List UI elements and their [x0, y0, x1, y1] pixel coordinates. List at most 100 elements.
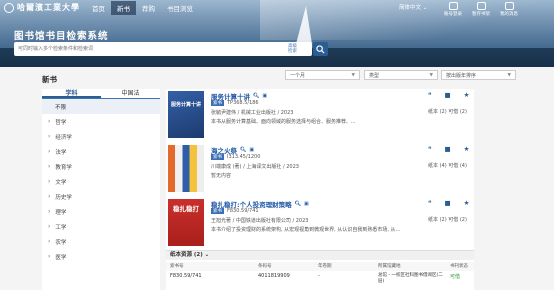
- call-number: TP368.5/186: [227, 100, 259, 106]
- sort-select[interactable]: 按出版年排序 ▼: [441, 70, 516, 80]
- holdings-panel: 纸本资源 (2) ⌄ 索书号 条码号 年卷期 所属馆藏地 书刊状态 F830.5…: [166, 250, 474, 290]
- call-number: F830.59/741: [227, 208, 259, 214]
- right-margin: [474, 89, 554, 290]
- filter-item-all[interactable]: 不限: [42, 99, 160, 114]
- chevron-right-icon: ›: [48, 208, 51, 215]
- chevron-right-icon: ›: [48, 253, 51, 260]
- advanced-search-link[interactable]: 高级 检索: [288, 44, 297, 54]
- chevron-down-icon: ▼: [507, 72, 511, 78]
- message-icon: [504, 2, 514, 10]
- filter-item[interactable]: › 经济学: [42, 129, 160, 144]
- filter-item[interactable]: › 教育学: [42, 159, 160, 174]
- call-number-badge: 索书: [211, 208, 224, 214]
- cell-location: 总馆 - 一校区社科图书借阅区(二层): [378, 273, 443, 284]
- login-button[interactable]: 账号登录: [444, 2, 462, 17]
- star-icon[interactable]: ★: [464, 91, 470, 99]
- tab-subject[interactable]: 学科: [42, 89, 101, 98]
- star-icon[interactable]: ★: [464, 145, 470, 153]
- filter-item[interactable]: › 哲学: [42, 114, 160, 129]
- type-select-value: 类型: [369, 72, 380, 79]
- publisher-line: 川端康成 (著) / 上海译文出版社 / 2023: [211, 164, 299, 170]
- sort-select-value: 按出版年排序: [446, 72, 477, 79]
- filter-item-label: 教育学: [55, 164, 72, 171]
- cell-call-number: F830.59/741: [170, 273, 202, 279]
- user-icon: [448, 2, 458, 10]
- search-input[interactable]: [18, 44, 268, 54]
- page-title: 新书: [42, 75, 57, 84]
- bookmark-icon[interactable]: ▣: [304, 201, 309, 207]
- search-button[interactable]: [313, 42, 328, 56]
- book-cover[interactable]: 稳扎稳打: [168, 199, 204, 246]
- book-card: 服务计算十讲 服务计算十讲 🔍︎ ▣ 索书 TP368.5/186 张毓尹建伟 /…: [166, 89, 474, 141]
- filter-item[interactable]: › 理学: [42, 204, 160, 219]
- filter-item-label: 农学: [55, 239, 67, 246]
- nav-new-books[interactable]: 新书: [111, 1, 136, 15]
- call-number-line: 索书 F830.59/741: [211, 208, 433, 214]
- messages-button[interactable]: 我的消息: [500, 2, 518, 17]
- filter-item[interactable]: › 历史学: [42, 189, 160, 204]
- stock-info: 纸本 (2) 可借 (2): [428, 109, 467, 115]
- book-cover[interactable]: 服务计算十讲: [168, 91, 204, 138]
- folder-icon[interactable]: ■: [445, 91, 451, 99]
- bookshelf-button[interactable]: 暂存书架: [472, 2, 490, 17]
- book-actions: ❝ ■ ★: [428, 145, 469, 153]
- chevron-right-icon: ›: [48, 163, 51, 170]
- filter-item[interactable]: › 医学: [42, 249, 160, 264]
- holdings-toggle[interactable]: 纸本资源 (2) ⌄: [166, 251, 474, 260]
- book-cover[interactable]: [168, 145, 204, 192]
- cover-title: 服务计算十讲: [170, 102, 201, 108]
- filter-item[interactable]: › 法学: [42, 144, 160, 159]
- star-icon[interactable]: ★: [464, 199, 470, 207]
- chevron-down-icon: ▼: [351, 72, 355, 78]
- cell-status: 可借: [450, 274, 461, 280]
- chevron-down-icon: ▼: [429, 72, 433, 78]
- chevron-right-icon: ›: [48, 133, 51, 140]
- chevron-right-icon: ›: [48, 178, 51, 185]
- search-icon[interactable]: 🔍︎: [253, 93, 259, 99]
- language-select[interactable]: 简体中文 ⌄: [399, 3, 427, 11]
- book-card: 稳扎稳打 稳扎稳打:个人投资理财策略 🔍︎ ▣ 索书 F830.59/741 王旭…: [166, 197, 474, 249]
- nav-recommend[interactable]: 荐购: [136, 1, 161, 15]
- quote-icon[interactable]: ❝: [428, 145, 432, 153]
- stock-info: 纸本 (4) 可借 (4): [428, 163, 467, 169]
- book-card: 海之火祭 🔍︎ ▣ 索书 I313.45/1200 川端康成 (著) / 上海译文…: [166, 143, 474, 195]
- period-select-value: 一个月: [290, 72, 306, 79]
- call-number-badge: 索书: [211, 100, 224, 106]
- summary-line: 暂无内容: [211, 173, 232, 179]
- col-call-number: 索书号: [170, 264, 184, 269]
- folder-icon[interactable]: ■: [445, 199, 451, 207]
- col-barcode: 条码号: [258, 264, 272, 269]
- quote-icon[interactable]: ❝: [428, 199, 432, 207]
- bookmark-icon[interactable]: ▣: [249, 147, 254, 153]
- filter-item-label: 经济学: [55, 134, 72, 141]
- system-title: 图书馆书目检索系统: [14, 31, 109, 42]
- library-logo[interactable]: 哈爾濱工業大學: [4, 2, 80, 13]
- tab-clc[interactable]: 中国法: [101, 89, 160, 98]
- chevron-right-icon: ›: [48, 223, 51, 230]
- search-icon[interactable]: 🔍︎: [240, 147, 246, 153]
- filter-item[interactable]: › 文学: [42, 174, 160, 189]
- filter-item-label: 工学: [55, 224, 67, 231]
- filter-item[interactable]: › 农学: [42, 234, 160, 249]
- nav-browse[interactable]: 书目浏览: [161, 1, 199, 15]
- search-icon[interactable]: 🔍︎: [295, 201, 301, 207]
- quote-icon[interactable]: ❝: [428, 91, 432, 99]
- chevron-right-icon: ›: [48, 118, 51, 125]
- col-status: 书刊状态: [450, 264, 468, 269]
- bookmark-icon[interactable]: ▣: [262, 93, 267, 99]
- chevron-right-icon: ›: [48, 238, 51, 245]
- logo-text: 哈爾濱工業大學: [17, 2, 80, 12]
- call-number-badge: 索书: [211, 154, 224, 160]
- filter-tabs: 学科 中国法: [42, 89, 160, 99]
- period-select[interactable]: 一个月 ▼: [285, 70, 360, 80]
- nav-home[interactable]: 首页: [86, 1, 111, 15]
- folder-icon[interactable]: ■: [445, 145, 451, 153]
- filter-item-label: 理学: [55, 209, 67, 216]
- book-actions: ❝ ■ ★: [428, 91, 469, 99]
- type-select[interactable]: 类型 ▼: [364, 70, 438, 80]
- col-issue: 年卷期: [318, 264, 332, 269]
- filter-item-label: 哲学: [55, 119, 67, 126]
- book-results: 服务计算十讲 服务计算十讲 🔍︎ ▣ 索书 TP368.5/186 张毓尹建伟 /…: [166, 89, 474, 290]
- filter-item[interactable]: › 工学: [42, 219, 160, 234]
- call-number: I313.45/1200: [227, 154, 261, 160]
